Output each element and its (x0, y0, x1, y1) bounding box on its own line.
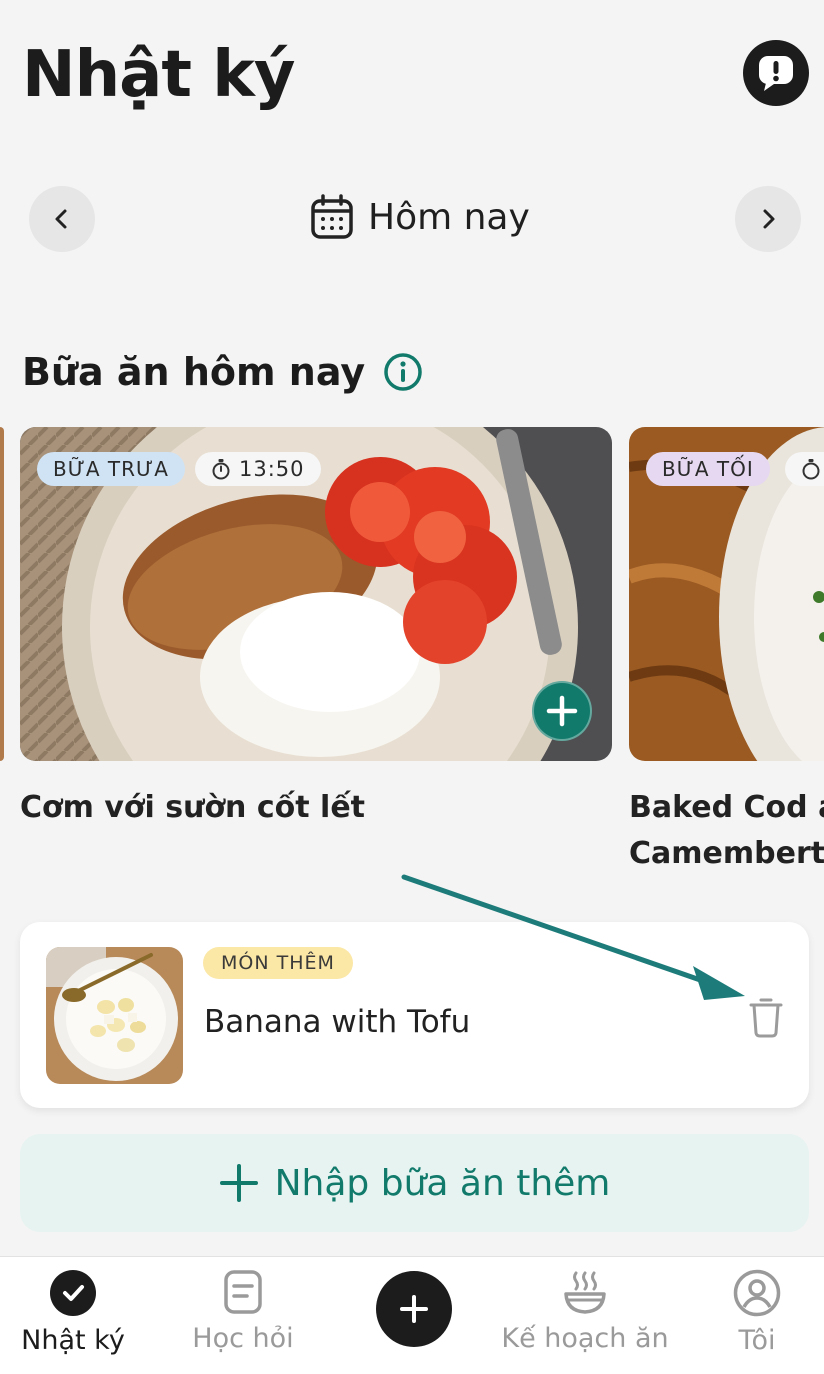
check-circle-icon (50, 1270, 96, 1316)
meal-name: Cơm với sườn cốt lết (20, 790, 365, 825)
plus-icon (400, 1295, 428, 1323)
tab-meal-plan[interactable]: Kế hoạch ăn (501, 1269, 669, 1354)
extra-meal-image (46, 947, 183, 1084)
tab-profile[interactable]: Tôi (722, 1269, 792, 1356)
tab-profile-label: Tôi (738, 1325, 776, 1356)
date-picker[interactable]: Hôm nay (310, 194, 530, 240)
trash-icon (749, 998, 783, 1038)
delete-extra-meal-button[interactable] (746, 994, 786, 1040)
meal-image: BỮA TỐI (629, 427, 824, 761)
user-circle-icon (733, 1269, 781, 1317)
quick-add-button[interactable] (376, 1271, 452, 1347)
meal-time: 13:50 (239, 457, 305, 481)
meal-image: BỮA TRƯA 13:50 (20, 427, 612, 761)
extra-meal-card[interactable]: MÓN THÊM Banana with Tofu (20, 922, 809, 1108)
steaming-bowl-icon (564, 1271, 606, 1314)
tab-learn-label: Học hỏi (192, 1323, 294, 1354)
banana-tofu-photo (46, 947, 183, 1084)
chevron-left-icon (55, 209, 67, 229)
date-navigator: Hôm nay (0, 186, 824, 256)
bottom-navigation: Nhật ký Học hỏi Kế hoạch ăn Tôi (0, 1256, 824, 1374)
meal-type-badge: BỮA TỐI (646, 452, 770, 486)
extra-meal-name: Banana with Tofu (204, 1004, 471, 1040)
extra-meal-badge: MÓN THÊM (203, 947, 353, 979)
calendar-icon (311, 194, 353, 239)
previous-day-button[interactable] (29, 186, 95, 252)
date-label: Hôm nay (368, 196, 530, 238)
meal-card-dinner[interactable]: BỮA TỐI Baked Cod ar Camembert ( (629, 427, 824, 877)
meal-type-badge: BỮA TRƯA (37, 452, 185, 486)
tab-meal-plan-label: Kế hoạch ăn (501, 1323, 669, 1354)
feedback-icon (759, 56, 793, 91)
meal-name: Baked Cod ar Camembert ( (629, 790, 824, 871)
meal-time-badge: 13:50 (195, 452, 321, 486)
meal-card-lunch[interactable]: BỮA TRƯA 13:50 Cơm với sườn cốt lết (20, 427, 612, 831)
tab-diary-label: Nhật ký (21, 1325, 125, 1356)
stopwatch-icon (802, 459, 820, 480)
plus-icon (219, 1164, 258, 1202)
page-title: Nhật ký (22, 38, 295, 112)
chevron-right-icon (763, 209, 775, 229)
stopwatch-icon (212, 459, 230, 480)
info-icon[interactable] (383, 352, 423, 392)
tab-diary[interactable]: Nhật ký (21, 1269, 125, 1356)
add-extra-meal-label: Nhập bữa ăn thêm (274, 1162, 611, 1204)
add-extra-meal-button[interactable]: Nhập bữa ăn thêm (20, 1134, 809, 1232)
add-meal-button[interactable] (532, 681, 592, 741)
article-icon (224, 1270, 262, 1314)
feedback-button[interactable] (743, 40, 809, 106)
previous-meal-card-edge (0, 427, 4, 761)
meal-time-badge (785, 452, 824, 486)
plus-icon (546, 695, 578, 727)
meals-section-header: Bữa ăn hôm nay (22, 350, 423, 394)
section-title: Bữa ăn hôm nay (22, 350, 366, 394)
tab-learn[interactable]: Học hỏi (190, 1269, 296, 1354)
next-day-button[interactable] (735, 186, 801, 252)
